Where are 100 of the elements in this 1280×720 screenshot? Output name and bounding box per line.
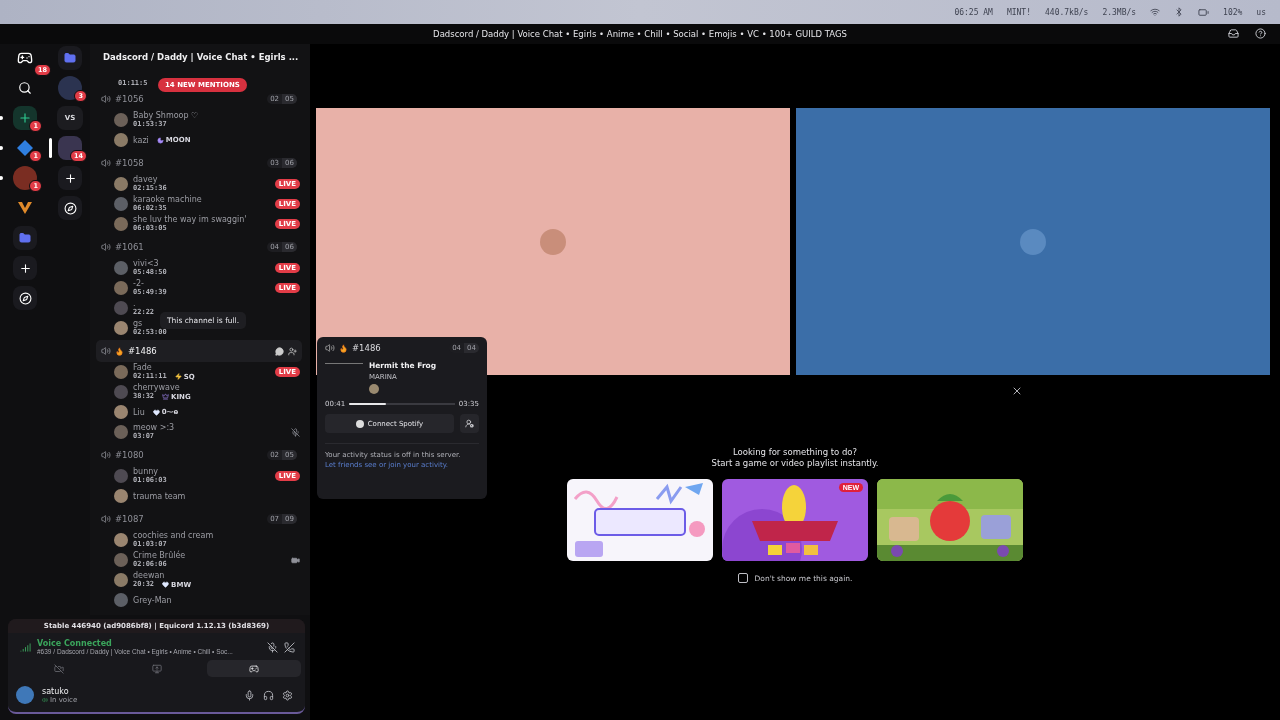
headphones-icon [263, 689, 274, 701]
avatar [114, 425, 128, 439]
avatar [114, 177, 128, 191]
avatar [114, 385, 128, 399]
close-button[interactable] [1011, 385, 1023, 397]
speaker-icon [325, 343, 335, 353]
invite-icon[interactable] [288, 346, 297, 356]
avatar [540, 228, 566, 255]
signal-icon [20, 641, 31, 653]
avatar [114, 489, 128, 503]
speaker-icon [101, 242, 111, 252]
disconnect-button[interactable] [284, 641, 295, 653]
video-icon [291, 555, 300, 565]
camera-off-icon [53, 663, 64, 674]
user-name: davey [133, 175, 158, 184]
prompt-subtitle: Start a game or video playlist instantly. [711, 458, 879, 469]
speaker-icon [101, 450, 111, 460]
chat-icon[interactable] [275, 346, 284, 356]
keyboard-layout: us [1256, 7, 1266, 17]
mic-button[interactable] [244, 689, 255, 701]
server-icon[interactable] [13, 166, 37, 190]
gamepad-icon [249, 663, 260, 674]
discover-icon[interactable] [58, 196, 82, 220]
settings-button[interactable] [282, 689, 293, 701]
wifi-icon [1150, 7, 1161, 17]
flame-icon [115, 346, 124, 356]
user-name: satuko [42, 686, 70, 696]
crown-icon [162, 393, 170, 400]
battery-icon [1198, 6, 1210, 18]
avatar [114, 321, 128, 335]
noise-suppression-button[interactable] [267, 641, 278, 653]
checkbox[interactable] [737, 573, 748, 583]
channel-name: #1058 [115, 158, 145, 168]
user-name: bunny [133, 467, 159, 476]
user-name: meow >:3 [133, 423, 175, 432]
screen-share-icon [151, 663, 162, 674]
avatar [114, 261, 128, 275]
user-gear-icon [465, 419, 474, 428]
mic-off-icon [267, 641, 278, 653]
avatar [114, 593, 128, 607]
user-name: she luv the way im swaggin' [133, 215, 247, 224]
headphones-button[interactable] [263, 689, 274, 701]
mic-icon [244, 689, 255, 701]
status-text: MINT! [1006, 7, 1031, 17]
heart-icon [152, 408, 160, 416]
user-name: Grey-Man [133, 595, 172, 605]
folder-icon[interactable] [13, 226, 37, 250]
channel-name: #1061 [115, 242, 145, 252]
moon-icon [156, 136, 164, 144]
user-name: . [133, 299, 136, 308]
inbox-icon[interactable] [1228, 28, 1239, 39]
speaker-icon [42, 696, 48, 703]
download-speed: 440.7kB/s [1045, 7, 1089, 17]
settings-icon [282, 689, 293, 701]
avatar [114, 469, 128, 483]
channel-name: #1486 [128, 346, 158, 356]
activity-settings-button[interactable] [460, 414, 479, 433]
add-server-icon[interactable] [13, 256, 37, 280]
flame-icon [339, 343, 348, 353]
avatar [114, 553, 128, 567]
avatar [114, 281, 128, 295]
speaker-icon [101, 514, 111, 524]
channel-name: #1087 [115, 514, 145, 524]
user-name: Crime Brûlée [133, 551, 186, 560]
avatar [114, 573, 128, 587]
user-name: vivi<3 [133, 259, 159, 268]
server-name: Dadscord / Daddy | Voice Chat • Egirls ... [103, 52, 299, 62]
speaker-icon [101, 346, 111, 356]
heart-icon [162, 581, 170, 588]
avatar [369, 384, 379, 394]
avatar [114, 197, 128, 211]
add-server-icon[interactable] [58, 166, 82, 190]
discover-icon[interactable] [13, 286, 37, 310]
clock-text: 06:25 AM [954, 7, 993, 17]
avatar [114, 133, 128, 147]
channel-name: #1486 [352, 343, 382, 353]
avatar [114, 301, 128, 315]
upload-speed: 2.3MB/s [1102, 7, 1137, 17]
voice-channel[interactable]: #1486 [96, 340, 302, 362]
user-name: -2- [133, 279, 144, 288]
avatar [1020, 228, 1046, 255]
speaker-icon [101, 94, 111, 104]
avatar [114, 533, 128, 547]
activity-button[interactable] [207, 660, 301, 677]
user-name: gs [133, 319, 143, 328]
avatar [114, 405, 128, 419]
user-name: kazi [133, 135, 149, 145]
user-name: deewan [133, 571, 165, 580]
server-icon[interactable] [13, 106, 37, 130]
muted-icon [291, 427, 300, 437]
user-name: karaoke machine [133, 195, 202, 204]
speaker-icon [101, 158, 111, 168]
battery-text: 102% [1223, 7, 1243, 17]
avatar [16, 686, 34, 704]
folder-icon[interactable] [58, 46, 82, 70]
user-name: Fade [133, 363, 152, 372]
user-name: coochies and cream [133, 531, 214, 540]
spotify-icon [355, 419, 364, 428]
help-icon[interactable] [1255, 28, 1266, 39]
voice-status: Voice Connected [37, 639, 113, 648]
